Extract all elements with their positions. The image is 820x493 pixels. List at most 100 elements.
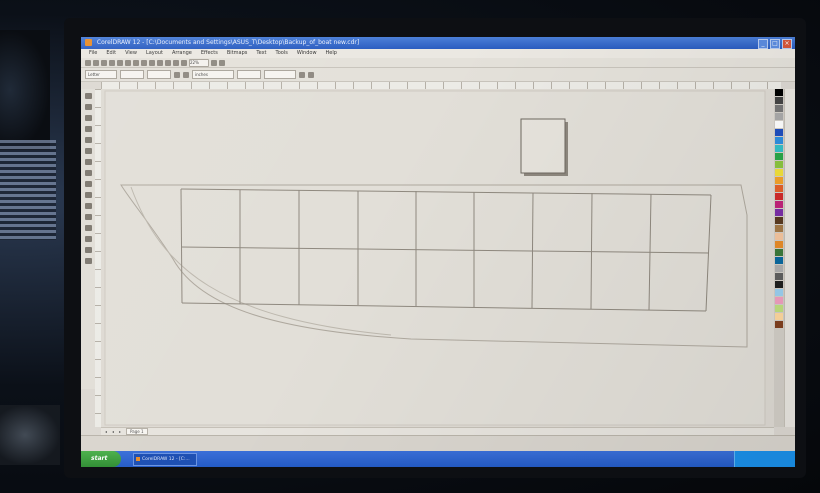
crop-tool-icon[interactable] [84,115,92,121]
page-width-field[interactable] [120,70,144,79]
palette-swatch[interactable] [775,161,783,168]
palette-swatch[interactable] [775,145,783,152]
palette-swatch[interactable] [775,321,783,328]
new-icon[interactable] [85,59,91,66]
palette-swatch[interactable] [775,105,783,112]
palette-swatch[interactable] [775,313,783,320]
dark-lamp-shape [0,30,50,150]
page-height-field[interactable] [147,70,171,79]
menu-edit[interactable]: Edit [106,49,116,58]
app-launcher-icon[interactable] [173,59,179,66]
palette-swatch[interactable] [775,113,783,120]
page-tab[interactable]: Page 1 [126,428,148,435]
interactive-blend-tool-icon[interactable] [84,214,92,220]
options-icon[interactable] [219,59,225,66]
portrait-icon[interactable] [174,71,180,78]
paste-icon[interactable] [133,59,139,66]
menu-arrange[interactable]: Arrange [172,49,192,58]
freehand-tool-icon[interactable] [84,137,92,143]
palette-swatch[interactable] [775,225,783,232]
color-palette [774,89,784,427]
paper-type-select[interactable]: Letter [85,70,117,79]
redo-icon[interactable] [149,59,155,66]
zoom-level-select[interactable]: 22% [189,58,209,67]
palette-swatch[interactable] [775,153,783,160]
import-icon[interactable] [157,59,163,66]
open-icon[interactable] [93,59,99,66]
palette-swatch[interactable] [775,281,783,288]
palette-swatch[interactable] [775,305,783,312]
palette-swatch[interactable] [775,137,783,144]
copy-icon[interactable] [125,59,131,66]
landscape-icon[interactable] [183,71,189,78]
pick-tool-icon[interactable] [84,93,92,99]
palette-swatch[interactable] [775,297,783,304]
palette-swatch[interactable] [775,89,783,96]
menu-file[interactable]: File [89,49,97,58]
menu-effects[interactable]: Effects [201,49,218,58]
palette-swatch[interactable] [775,289,783,296]
palette-swatch[interactable] [775,233,783,240]
palette-swatch[interactable] [775,217,783,224]
palette-swatch[interactable] [775,121,783,128]
maximize-button[interactable]: □ [770,39,780,49]
menu-view[interactable]: View [125,49,137,58]
page-navigator: ◂ ◂ ▸ Page 1 [101,427,774,435]
menu-text[interactable]: Text [256,49,266,58]
menu-tools[interactable]: Tools [276,49,288,58]
palette-swatch[interactable] [775,177,783,184]
menu-help[interactable]: Help [326,49,337,58]
treat-as-filled-icon[interactable] [308,71,314,78]
prev-page-icon[interactable]: ◂ [112,428,114,435]
interactive-fill-tool-icon[interactable] [84,258,92,264]
palette-swatch[interactable] [775,97,783,104]
nudge-field[interactable] [237,70,261,79]
basic-shapes-tool-icon[interactable] [84,192,92,198]
snap-icon[interactable] [211,59,217,66]
palette-swatch[interactable] [775,185,783,192]
menu-bitmaps[interactable]: Bitmaps [227,49,248,58]
zoom-tool-icon[interactable] [84,126,92,132]
palette-swatch[interactable] [775,257,783,264]
drawing-canvas[interactable] [101,89,774,427]
corel-online-icon[interactable] [181,59,187,66]
units-select[interactable]: inches [192,70,234,79]
undo-icon[interactable] [141,59,147,66]
palette-swatch[interactable] [775,209,783,216]
rectangle-tool-icon[interactable] [84,159,92,165]
outline-tool-icon[interactable] [84,236,92,242]
next-page-icon[interactable]: ▸ [119,428,121,435]
fill-tool-icon[interactable] [84,247,92,253]
menu-window[interactable]: Window [297,49,317,58]
cut-icon[interactable] [117,59,123,66]
first-page-icon[interactable]: ◂ [105,428,107,435]
duplicate-distance-field[interactable] [264,70,296,79]
palette-swatch[interactable] [775,273,783,280]
ellipse-tool-icon[interactable] [84,170,92,176]
taskbar-item-coreldraw[interactable]: CorelDRAW 12 - [C:... [133,453,197,466]
palette-swatch[interactable] [775,265,783,272]
eyedropper-tool-icon[interactable] [84,225,92,231]
close-button[interactable]: × [782,39,792,49]
palette-swatch[interactable] [775,249,783,256]
menu-layout[interactable]: Layout [146,49,163,58]
title-bar[interactable]: CorelDRAW 12 - [C:\Documents and Setting… [81,37,795,49]
palette-swatch[interactable] [775,193,783,200]
print-icon[interactable] [109,59,115,66]
palette-swatch[interactable] [775,129,783,136]
page-setup-icon[interactable] [299,71,305,78]
shape-tool-icon[interactable] [84,104,92,110]
export-icon[interactable] [165,59,171,66]
save-icon[interactable] [101,59,107,66]
polygon-tool-icon[interactable] [84,181,92,187]
minimize-button[interactable]: _ [758,39,768,49]
vertical-scrollbar[interactable] [784,89,795,427]
palette-swatch[interactable] [775,241,783,248]
system-tray [734,451,795,467]
start-button[interactable]: start [81,451,121,467]
text-tool-icon[interactable] [84,203,92,209]
palette-swatch[interactable] [775,201,783,208]
monitor-screen: CorelDRAW 12 - [C:\Documents and Setting… [81,37,795,467]
smart-fill-tool-icon[interactable] [84,148,92,154]
palette-swatch[interactable] [775,169,783,176]
